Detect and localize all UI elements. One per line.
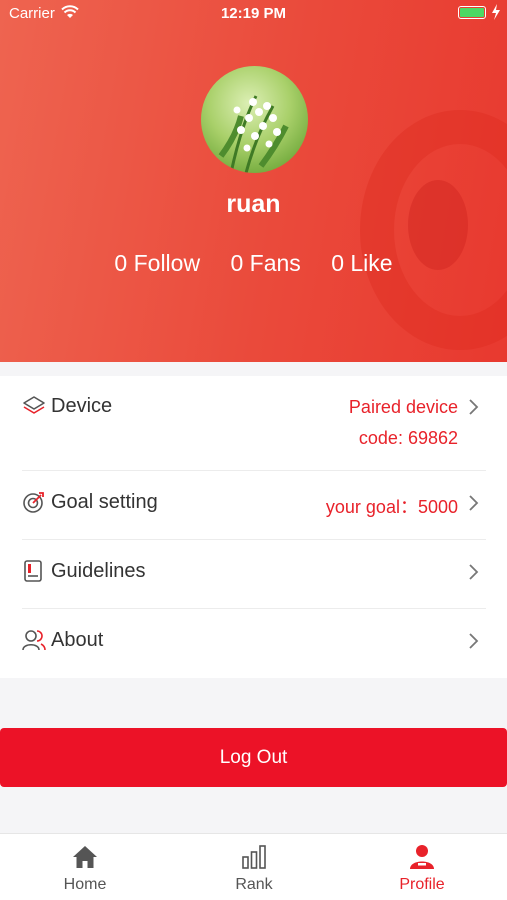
avatar[interactable] — [201, 66, 308, 173]
bar-chart-icon — [242, 845, 266, 869]
users-icon — [22, 630, 46, 651]
logout-button[interactable]: Log Out — [0, 728, 507, 787]
tab-bar: Home Rank Profile — [0, 833, 507, 900]
layers-icon — [23, 396, 45, 414]
status-time: 12:19 PM — [220, 5, 287, 22]
tab-home[interactable]: Home — [25, 834, 145, 900]
tab-label-home: Home — [63, 876, 107, 893]
goal-value: your goal：5000 — [325, 497, 458, 517]
username: ruan — [226, 190, 281, 218]
tab-label-rank: Rank — [235, 876, 273, 893]
menu-row-device[interactable]: Device Paired device code: 69862 — [0, 376, 507, 470]
book-icon — [24, 560, 42, 582]
chevron-right-icon — [469, 495, 479, 511]
profile-header: Carrier 12:19 PM ruan 0 Follow 0 Fans 0 … — [0, 0, 507, 362]
stat-like[interactable]: 0 Like — [331, 250, 392, 277]
chevron-right-icon — [469, 564, 479, 580]
menu-row-goal-setting[interactable]: Goal setting your goal：5000 — [0, 471, 507, 539]
home-icon — [73, 846, 97, 868]
user-icon — [410, 845, 434, 869]
menu-label-about: About — [51, 629, 104, 651]
tab-profile[interactable]: Profile — [362, 834, 482, 900]
menu-label-device: Device — [51, 395, 113, 417]
stat-fans[interactable]: 0 Fans — [230, 250, 300, 277]
menu-label-guidelines: Guidelines — [51, 560, 146, 582]
charging-bolt-icon — [492, 4, 500, 20]
chevron-right-icon — [469, 399, 479, 415]
paired-device-code: code: 69862 — [358, 428, 458, 448]
paired-device-label: Paired device — [348, 397, 458, 417]
target-icon — [23, 492, 44, 513]
stat-follow[interactable]: 0 Follow — [114, 250, 200, 277]
menu-row-about[interactable]: About — [0, 609, 507, 677]
chevron-right-icon — [469, 633, 479, 649]
settings-menu: Device Paired device code: 69862 Goal se… — [0, 376, 507, 678]
tab-rank[interactable]: Rank — [194, 834, 314, 900]
avatar-image — [201, 66, 308, 173]
tab-label-profile: Profile — [399, 876, 445, 893]
menu-label-goal-setting: Goal setting — [51, 491, 158, 513]
status-bar: Carrier 12:19 PM — [0, 0, 507, 26]
menu-row-guidelines[interactable]: Guidelines — [0, 540, 507, 608]
battery-icon — [458, 6, 486, 19]
profile-stats: 0 Follow 0 Fans 0 Like — [0, 250, 507, 277]
